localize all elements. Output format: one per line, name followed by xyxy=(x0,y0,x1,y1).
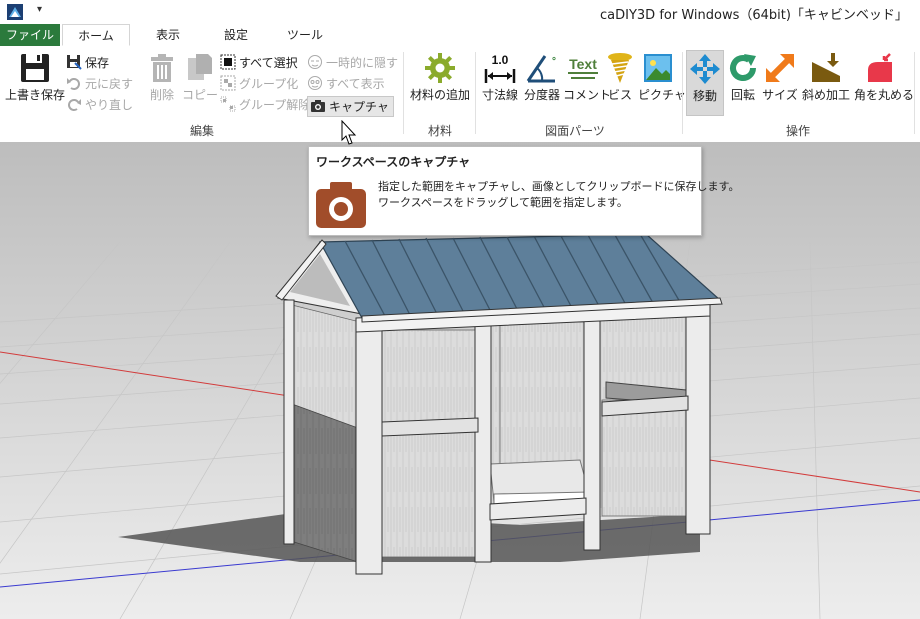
picture-label: ピクチャ xyxy=(638,88,686,102)
screw-icon xyxy=(608,53,632,83)
save-button[interactable]: 保存 xyxy=(66,53,109,73)
undo-label: 元に戻す xyxy=(85,77,134,91)
ungroup-icon xyxy=(220,96,236,112)
move-label: 移動 xyxy=(692,89,717,103)
mouse-cursor-icon xyxy=(341,120,357,145)
group-divider xyxy=(914,52,915,134)
trash-icon xyxy=(151,54,173,82)
gear-icon xyxy=(425,53,455,83)
tab-settings[interactable]: 設定 xyxy=(206,24,266,46)
ribbon: 上書き保存 保存 元に戻す やり直し 削除 コピー すべて選択 グループ化 グル… xyxy=(0,46,920,143)
select-all-label: すべて選択 xyxy=(239,56,298,70)
group-icon xyxy=(220,75,236,91)
add-material-button[interactable]: 材料の追加 xyxy=(408,52,472,114)
capture-button[interactable]: キャプチャ xyxy=(307,96,394,117)
round-corners-button[interactable]: 角を丸める xyxy=(854,52,915,114)
window-title: caDIY3D for Windows（64bit)「キャビンベッド」 xyxy=(600,8,908,23)
undo-icon xyxy=(67,78,80,90)
group-divider xyxy=(475,52,476,134)
overwrite-save-label: 上書き保存 xyxy=(5,88,66,102)
group-divider xyxy=(682,52,683,134)
group-divider xyxy=(403,52,404,134)
comment-button[interactable]: Text コメント xyxy=(563,52,612,114)
material-group-label: 材料 xyxy=(427,124,452,138)
size-button[interactable]: サイズ xyxy=(762,52,798,114)
tooltip-title: ワークスペースのキャプチャ xyxy=(316,155,471,169)
camera-icon xyxy=(311,100,325,112)
save-icon xyxy=(67,55,82,70)
picture-icon xyxy=(644,54,672,82)
screw-label: ビス xyxy=(607,88,632,102)
show-all-button[interactable]: すべて表示 xyxy=(307,74,385,94)
hide-face-icon xyxy=(308,55,322,69)
dimension-line-label: 寸法線 xyxy=(481,88,518,102)
show-all-label: すべて表示 xyxy=(326,77,385,91)
hide-temporarily-label: 一時的に隠す xyxy=(326,56,399,70)
rotate-icon xyxy=(730,54,756,81)
undo-button[interactable]: 元に戻す xyxy=(66,74,133,94)
protractor-button[interactable]: ° 分度器 xyxy=(522,52,562,114)
ribbon-tabs: ファイル ホーム 表示 設定 ツール xyxy=(0,24,920,47)
move-button[interactable]: 移動 xyxy=(686,50,724,116)
comment-icon-text: Text xyxy=(569,56,597,72)
round-corners-label: 角を丸める xyxy=(854,88,915,102)
redo-button[interactable]: やり直し xyxy=(66,95,133,115)
comment-label: コメント xyxy=(563,88,612,102)
ungroup-button[interactable]: グループ解除 xyxy=(220,95,310,115)
group-label: グループ化 xyxy=(239,77,299,91)
capture-tooltip: ワークスペースのキャプチャ 指定した範囲をキャプチャし、画像としてクリップボード… xyxy=(308,146,739,236)
show-face-icon xyxy=(308,76,322,90)
camera-large-icon xyxy=(316,182,366,228)
edit-group-label: 編集 xyxy=(189,124,214,138)
delete-button[interactable]: 削除 xyxy=(144,52,180,114)
screw-button[interactable]: ビス xyxy=(603,52,637,114)
app-logo-icon[interactable] xyxy=(6,3,24,21)
tooltip-description-line-2: ワークスペースをドラッグして範囲を指定します。 xyxy=(378,196,628,209)
tooltip-description-line-1: 指定した範囲をキャプチャし、画像としてクリップボードに保存します。 xyxy=(378,180,740,193)
select-all-button[interactable]: すべて選択 xyxy=(220,53,298,73)
add-material-label: 材料の追加 xyxy=(409,88,470,102)
drawing-parts-group-label: 図面パーツ xyxy=(545,124,605,138)
picture-button[interactable]: ピクチャ xyxy=(638,52,686,114)
copy-label: コピー xyxy=(182,88,219,102)
group-button[interactable]: グループ化 xyxy=(220,74,298,94)
round-corner-icon xyxy=(868,53,892,82)
overwrite-save-button[interactable]: 上書き保存 xyxy=(5,52,65,114)
resize-arrows-icon xyxy=(765,53,795,83)
dimension-line-button[interactable]: 1.0 寸法線 xyxy=(480,52,520,114)
title-bar: ▾ caDIY3D for Windows（64bit)「キャビンベッド」 xyxy=(0,0,920,24)
hide-temporarily-button[interactable]: 一時的に隠す xyxy=(307,53,398,73)
bevel-button[interactable]: 斜め加工 xyxy=(800,52,852,114)
tab-home[interactable]: ホーム xyxy=(62,24,130,46)
save-label: 保存 xyxy=(85,56,110,70)
bevel-cut-icon xyxy=(812,53,840,82)
rotate-label: 回転 xyxy=(730,88,755,102)
tab-view[interactable]: 表示 xyxy=(138,24,198,46)
copy-button[interactable]: コピー xyxy=(182,52,218,114)
svg-text:°: ° xyxy=(552,56,556,67)
redo-label: やり直し xyxy=(85,98,134,112)
operation-group-label: 操作 xyxy=(785,124,810,138)
text-comment-icon: Text xyxy=(568,56,598,79)
dimension-line-icon: 1.0 xyxy=(484,53,516,83)
capture-label: キャプチャ xyxy=(329,100,389,114)
bevel-label: 斜め加工 xyxy=(801,88,850,102)
redo-icon xyxy=(68,99,81,111)
rotate-button[interactable]: 回転 xyxy=(726,52,760,114)
floppy-disk-icon xyxy=(21,54,49,82)
tab-file[interactable]: ファイル xyxy=(0,24,60,46)
delete-label: 削除 xyxy=(149,88,174,102)
dimension-icon-text: 1.0 xyxy=(492,53,509,67)
tab-tools[interactable]: ツール xyxy=(274,24,336,46)
select-all-icon xyxy=(220,54,236,70)
quick-access-dropdown-icon[interactable]: ▾ xyxy=(37,4,42,15)
protractor-icon: ° xyxy=(526,55,556,83)
copy-icon xyxy=(188,54,212,80)
move-arrows-icon xyxy=(690,54,720,84)
size-label: サイズ xyxy=(762,88,798,102)
protractor-label: 分度器 xyxy=(523,88,560,102)
ungroup-label: グループ解除 xyxy=(239,98,311,112)
